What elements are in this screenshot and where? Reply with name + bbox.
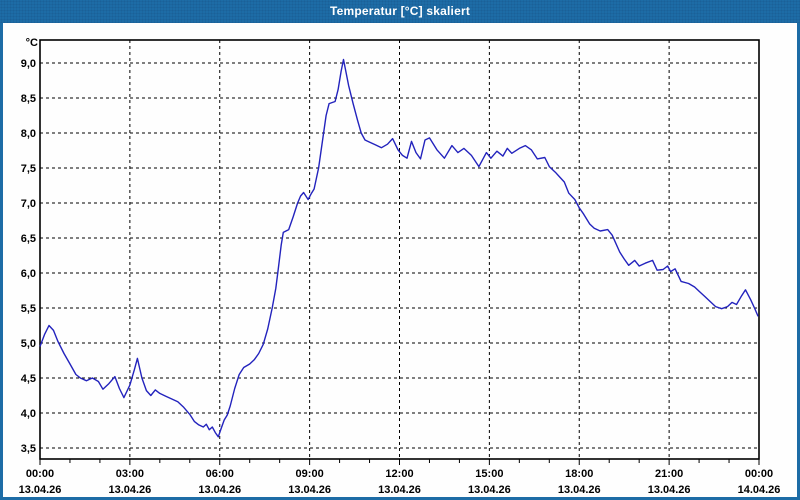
x-axis-time-label: 06:00 — [206, 468, 234, 480]
y-axis-label: 5,5 — [21, 303, 36, 315]
y-axis-label: 5,0 — [21, 338, 36, 350]
x-axis-time-label: 09:00 — [296, 468, 324, 480]
x-axis-date-label: 13.04.26 — [648, 484, 691, 496]
y-axis-label: 4,5 — [21, 373, 36, 385]
x-axis-date-label: 13.04.26 — [468, 484, 511, 496]
y-axis-label: 4,0 — [21, 408, 36, 420]
x-axis-date-label: 13.04.26 — [558, 484, 601, 496]
x-axis-date-label: 13.04.26 — [108, 484, 151, 496]
x-axis-time-label: 12:00 — [385, 468, 413, 480]
x-axis-time-label: 21:00 — [655, 468, 683, 480]
y-axis-label: 8,5 — [21, 93, 36, 105]
x-axis-date-label: 13.04.26 — [288, 484, 331, 496]
x-axis-time-label: 00:00 — [26, 468, 54, 480]
x-axis-time-label: 03:00 — [116, 468, 144, 480]
y-axis-label: 8,0 — [21, 128, 36, 140]
y-axis-label: 6,0 — [21, 268, 36, 280]
x-axis-time-label: 15:00 — [475, 468, 503, 480]
temperature-line-chart: 9,0 8,5 8,0 7,5 7,0 6,5 6,0 5,5 5,0 4,5 4,0 3,5 00:0… — [19, 37, 781, 496]
y-axis-unit-label: °C — [26, 37, 38, 49]
y-axis-label: 3,5 — [21, 443, 36, 455]
temperature-line — [39, 58, 759, 438]
x-axis-date-label: 13.04.26 — [19, 484, 62, 496]
temperature-chart-window: Temperatur [°C] skaliert 9,0 8,5 8,0 7,5 7,0… — [0, 0, 800, 500]
y-axis-label: 7,5 — [21, 163, 36, 175]
x-axis-date-label: 14.04.26 — [738, 484, 781, 496]
y-axis-label: 9,0 — [21, 58, 36, 70]
y-axis-label: 7,0 — [21, 198, 36, 210]
y-axis-label: 6,5 — [21, 233, 36, 245]
x-axis-date-label: 13.04.26 — [198, 484, 241, 496]
x-axis-date-label: 13.04.26 — [378, 484, 421, 496]
x-axis-time-label: 18:00 — [565, 468, 593, 480]
x-axis-time-label: 00:00 — [745, 468, 773, 480]
